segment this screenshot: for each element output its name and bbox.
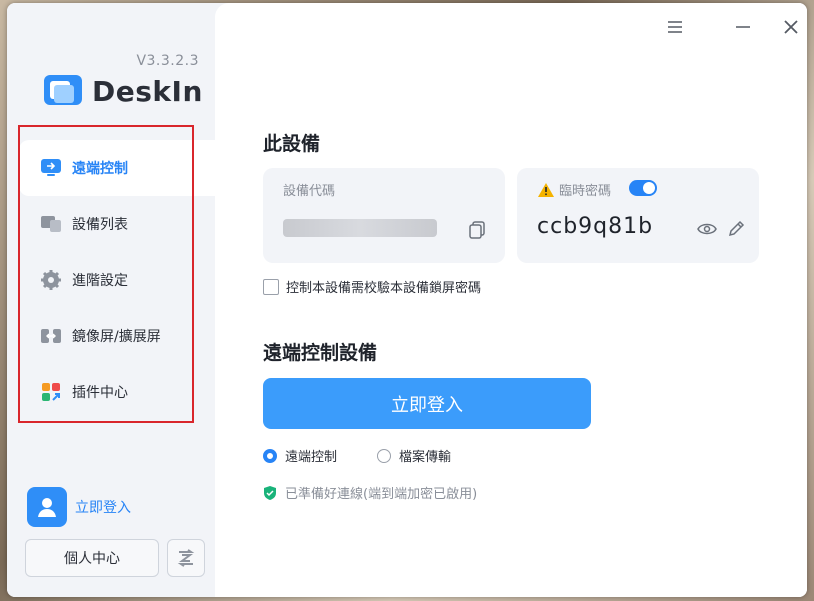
mirror-screen-icon: [40, 325, 62, 347]
sidebar-nav: 遠端控制 設備列表 進階設定 鏡像屏/擴展屏 插件中心: [7, 140, 215, 420]
user-avatar-icon: [27, 487, 67, 527]
sidebar-item-plugin-center[interactable]: 插件中心: [7, 364, 215, 420]
radio-remote-control[interactable]: [263, 448, 277, 463]
temp-password-card: 臨時密碼 ccb9q81b: [517, 168, 759, 263]
mode-remote-control[interactable]: 遠端控制: [263, 446, 337, 465]
login-now-button[interactable]: 立即登入: [263, 378, 591, 429]
remote-control-title: 遠端控制設備: [263, 342, 378, 364]
warning-icon: [538, 182, 554, 197]
status-text: 已準備好連線(端到端加密已啟用): [285, 487, 478, 502]
menu-button[interactable]: [663, 15, 687, 39]
sidebar-item-label: 鏡像屏/擴展屏: [72, 329, 161, 345]
remote-control-icon: [40, 157, 62, 179]
sidebar-item-device-list[interactable]: 設備列表: [7, 196, 215, 252]
minimize-icon: [736, 26, 750, 28]
minimize-button[interactable]: [731, 15, 755, 39]
lock-password-label: 控制本設備需校驗本設備鎖屏密碼: [286, 281, 482, 296]
sidebar: V3.3.2.3 DeskIn 遠端控制 設備列表 進階設定 鏡像屏/擴展屏 插…: [7, 3, 215, 597]
lock-password-option[interactable]: 控制本設備需校驗本設備鎖屏密碼: [263, 277, 481, 296]
version-label: V3.3.2.3: [136, 53, 199, 69]
mode-file-transfer[interactable]: 檔案傳輸: [377, 446, 451, 465]
device-code-card: 設備代碼: [263, 168, 505, 263]
brand-name: DeskIn: [92, 74, 203, 108]
sidebar-login-label: 立即登入: [75, 500, 131, 516]
main-panel: 此設備 設備代碼 臨時密碼 ccb9q81b 控制本設備需校驗本設備鎖屏密碼 遠…: [215, 3, 807, 597]
gear-icon: [40, 269, 62, 291]
switch-account-button[interactable]: [167, 539, 205, 577]
temp-password-toggle[interactable]: [629, 180, 657, 196]
temp-password-label: 臨時密碼: [559, 184, 612, 199]
temp-password-label-row: 臨時密碼: [537, 180, 611, 199]
shield-icon: [264, 485, 276, 500]
device-code-value-masked: [283, 219, 437, 237]
sidebar-item-label: 遠端控制: [72, 161, 128, 177]
sidebar-item-label: 設備列表: [72, 217, 128, 233]
device-code-label: 設備代碼: [283, 184, 336, 199]
this-device-title: 此設備: [263, 133, 321, 155]
profile-center-button[interactable]: 個人中心: [25, 539, 159, 577]
edit-icon[interactable]: [727, 220, 745, 238]
radio-file-transfer[interactable]: [377, 448, 391, 463]
plugin-center-icon: [40, 381, 62, 403]
copy-icon[interactable]: [467, 220, 487, 240]
temp-password-value: ccb9q81b: [537, 214, 654, 239]
deskin-logo-icon: [44, 75, 82, 105]
sidebar-item-label: 插件中心: [72, 385, 128, 401]
app-window: V3.3.2.3 DeskIn 遠端控制 設備列表 進階設定 鏡像屏/擴展屏 插…: [7, 3, 807, 597]
sidebar-item-advanced-settings[interactable]: 進階設定: [7, 252, 215, 308]
sidebar-item-label: 進階設定: [72, 273, 128, 289]
menu-icon: [668, 21, 682, 33]
eye-icon[interactable]: [697, 222, 717, 236]
sidebar-item-mirror-screen[interactable]: 鏡像屏/擴展屏: [7, 308, 215, 364]
connection-status: 已準備好連線(端到端加密已啟用): [263, 483, 477, 502]
device-list-icon: [40, 213, 62, 235]
sidebar-item-remote-control[interactable]: 遠端控制: [19, 140, 215, 196]
sidebar-login[interactable]: 立即登入: [27, 487, 131, 527]
mode-label: 檔案傳輸: [399, 450, 452, 465]
mode-label: 遠端控制: [285, 450, 338, 465]
brand-logo: DeskIn: [42, 71, 203, 111]
switch-icon: [177, 549, 195, 567]
close-button[interactable]: [779, 15, 803, 39]
lock-password-checkbox[interactable]: [263, 278, 279, 295]
close-icon: [784, 20, 798, 34]
